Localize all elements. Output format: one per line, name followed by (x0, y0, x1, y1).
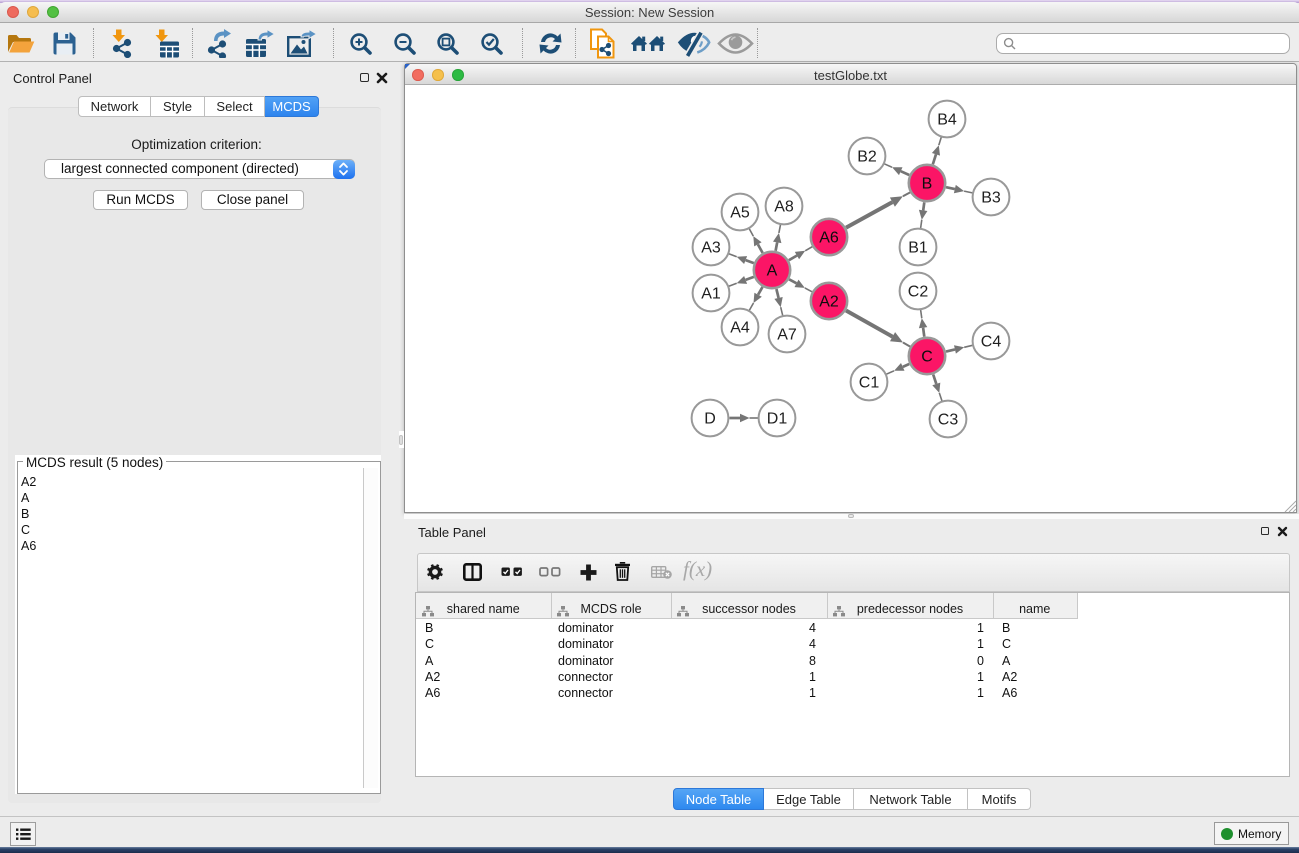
svg-text:A1: A1 (701, 286, 721, 303)
svg-text:C1: C1 (859, 375, 880, 392)
svg-text:A3: A3 (701, 240, 721, 257)
svg-text:D1: D1 (767, 411, 788, 428)
svg-text:A5: A5 (730, 205, 750, 222)
svg-text:B1: B1 (908, 240, 928, 257)
svg-text:C4: C4 (981, 334, 1002, 351)
svg-text:B3: B3 (981, 190, 1001, 207)
svg-text:A2: A2 (819, 294, 839, 311)
svg-text:A: A (767, 263, 778, 280)
svg-text:C2: C2 (908, 284, 929, 301)
svg-text:A8: A8 (774, 199, 794, 216)
svg-text:A4: A4 (730, 320, 750, 337)
svg-text:A7: A7 (777, 327, 797, 344)
svg-text:C3: C3 (938, 412, 959, 429)
svg-text:B4: B4 (937, 112, 957, 129)
svg-text:B2: B2 (857, 149, 877, 166)
svg-text:A6: A6 (819, 230, 839, 247)
svg-text:D: D (704, 411, 716, 428)
svg-text:B: B (922, 176, 933, 193)
svg-text:C: C (921, 349, 933, 366)
